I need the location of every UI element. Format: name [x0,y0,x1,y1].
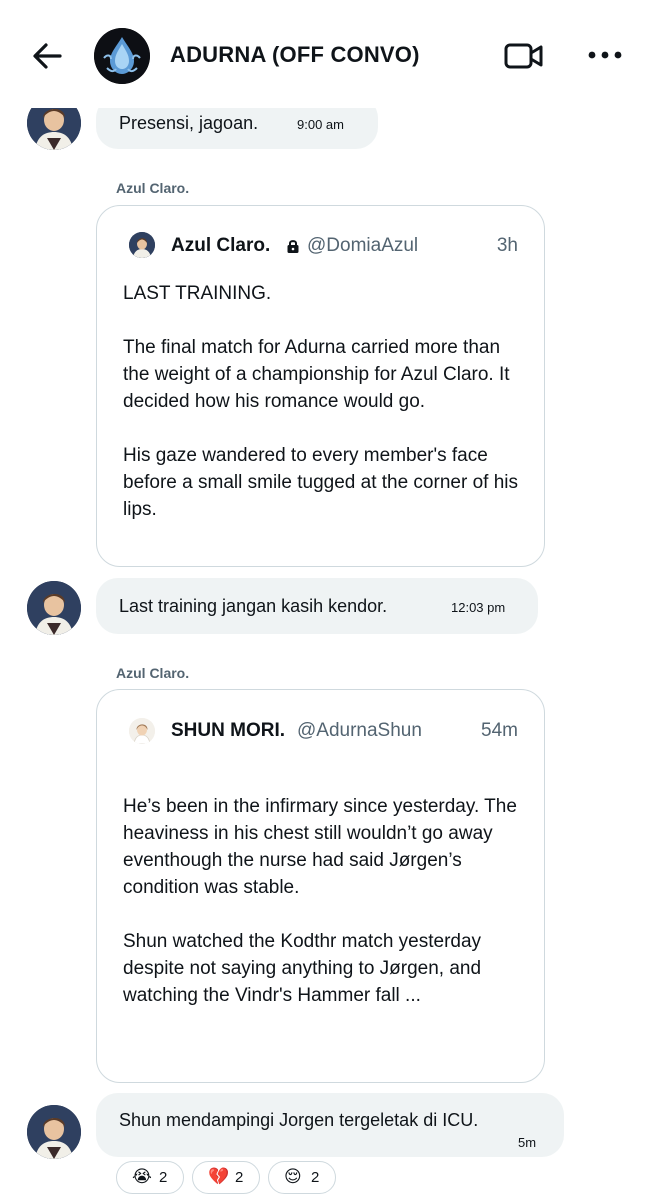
quoted-post-card[interactable]: Azul Claro. @DomiaAzul 3h LAST TRAINING.… [96,205,545,567]
message-bubble[interactable]: Shun mendampingi Jorgen tergeletak di IC… [96,1093,564,1157]
sender-avatar[interactable] [27,581,81,635]
relieved-face-icon: 😌 [284,1167,302,1186]
shared-by-label: Azul Claro. [116,180,190,196]
post-author-handle: @DomiaAzul [307,235,419,256]
reaction-count: 2 [311,1169,320,1186]
quoted-post-card[interactable]: SHUN MORI. @AdurnaShun 54m He’s been in … [96,689,545,1083]
reaction-relieved[interactable]: 😌 2 [268,1161,336,1194]
back-button[interactable] [28,36,68,76]
post-paragraph: The final match for Adurna carried more … [123,337,510,412]
lock-icon [285,238,301,254]
post-age: 3h [496,235,518,256]
reaction-count: 2 [235,1169,244,1186]
post-paragraph: His gaze wandered to every member's face… [123,445,518,520]
person-portrait-icon [129,232,155,258]
group-avatar[interactable] [94,28,150,84]
post-author-name: Azul Claro. [171,235,271,256]
person-portrait-icon [27,581,81,635]
reaction-broken-heart[interactable]: 💔 2 [192,1161,260,1194]
message-time: 9:00 am [297,117,344,132]
broken-heart-icon: 💔 [208,1167,230,1186]
message-text: Presensi, jagoan. [119,113,259,133]
post-age: 54m [481,720,518,741]
person-portrait-icon [27,1105,81,1159]
back-arrow-icon [33,43,62,69]
more-options-button[interactable] [585,42,625,68]
reaction-crying[interactable]: 😭 2 [116,1161,184,1194]
conversation-title: ADURNA (OFF CONVO) [170,42,420,67]
water-emblem-icon [94,28,150,84]
post-author-avatar[interactable] [129,718,155,744]
video-camera-icon [504,43,543,69]
shared-by-label: Azul Claro. [116,665,190,681]
video-call-button[interactable] [503,38,545,74]
post-body: LAST TRAINING. The final match for Adurn… [123,280,523,523]
post-paragraph: He’s been in the infirmary since yesterd… [123,796,517,898]
post-body: He’s been in the infirmary since yesterd… [123,793,523,1009]
message-text: Last training jangan kasih kendor. [119,596,388,616]
more-dots-icon [588,51,622,59]
reaction-count: 2 [159,1169,168,1186]
sender-avatar[interactable] [27,1105,81,1159]
message-bubble[interactable]: Last training jangan kasih kendor. 12:03… [96,578,538,634]
message-time: 5m [518,1135,537,1150]
chat-header: ADURNA (OFF CONVO) [0,0,652,108]
post-author-name: SHUN MORI. [171,720,285,741]
post-paragraph: LAST TRAINING. [123,283,272,304]
message-time: 12:03 pm [451,600,506,615]
message-text: Shun mendampingi Jorgen tergeletak di IC… [119,1110,479,1130]
post-paragraph: Shun watched the Kodthr match yesterday … [123,931,482,1006]
person-portrait-icon [129,718,155,744]
post-author-avatar[interactable] [129,232,155,258]
post-author-handle: @AdurnaShun [297,720,422,741]
crying-face-icon: 😭 [132,1167,152,1186]
